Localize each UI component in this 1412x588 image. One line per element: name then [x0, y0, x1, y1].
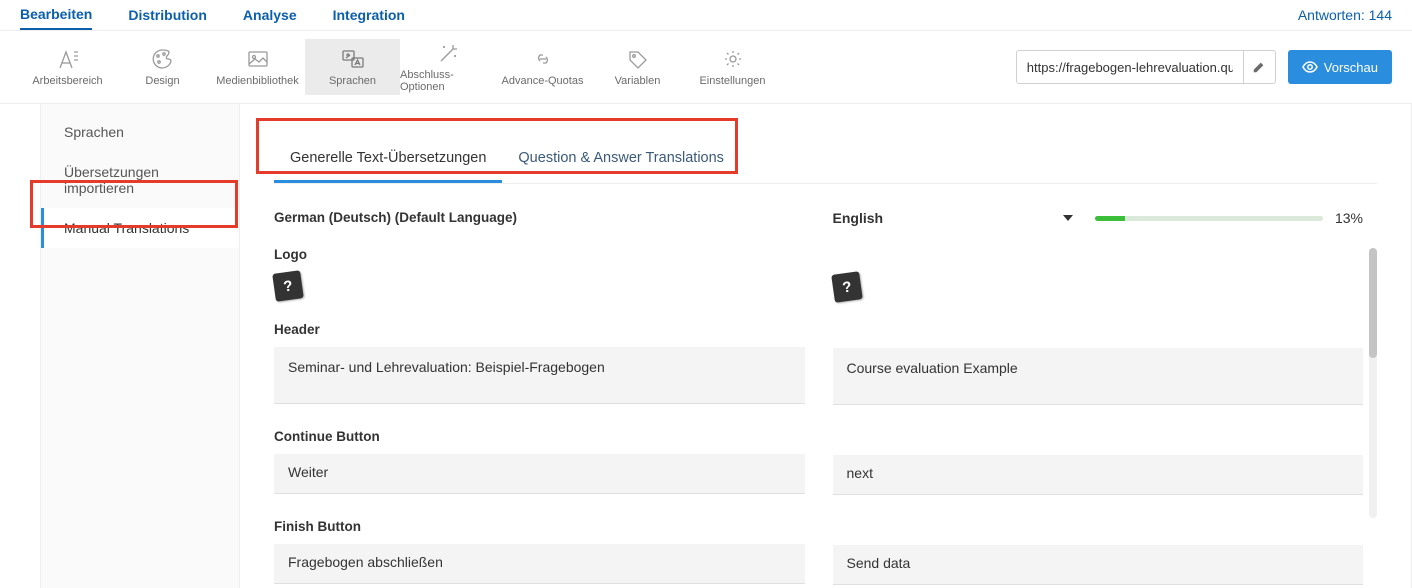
translate-icon [341, 47, 365, 71]
toolbar-label: Design [145, 75, 179, 87]
url-input[interactable] [1017, 60, 1243, 75]
tab-general-text[interactable]: Generelle Text-Übersetzungen [274, 138, 502, 183]
toolbar-label: Arbeitsbereich [32, 75, 102, 87]
topnav-integration[interactable]: Integration [333, 7, 405, 29]
magic-wand-icon [436, 41, 460, 65]
toolbar-advance-quotas[interactable]: Advance-Quotas [495, 39, 590, 95]
edit-url-button[interactable] [1243, 51, 1275, 83]
toolbar-label: Sprachen [329, 75, 376, 87]
toolbar-medienbibliothek[interactable]: Medienbibliothek [210, 39, 305, 95]
pen-ruler-icon [56, 47, 80, 71]
sidebar-item-manual-translations[interactable]: Manual Translations [41, 208, 239, 248]
link-icon [531, 47, 555, 71]
image-icon [246, 47, 270, 71]
sidebar: Sprachen Übersetzungen importieren Manua… [40, 104, 240, 588]
scrollbar-thumb[interactable] [1369, 248, 1377, 358]
default-language-column: German (Deutsch) (Default Language) Logo… [274, 210, 805, 588]
scrollbar[interactable] [1369, 248, 1377, 518]
toolbar-variablen[interactable]: Variablen [590, 39, 685, 95]
default-language-label: German (Deutsch) (Default Language) [274, 210, 805, 225]
section-continue-label: Continue Button [274, 429, 805, 444]
toolbar-label: Advance-Quotas [502, 75, 584, 87]
toolbar: Arbeitsbereich Design Medienbibliothek S… [0, 31, 1412, 104]
continue-field-translation[interactable] [833, 455, 1364, 495]
topnav-bearbeiten[interactable]: Bearbeiten [20, 6, 92, 30]
toolbar-sprachen[interactable]: Sprachen [305, 39, 400, 95]
toolbar-design[interactable]: Design [115, 39, 210, 95]
section-header-label: Header [274, 322, 805, 337]
logo-placeholder-translation[interactable]: ? [831, 271, 863, 303]
translation-tabs: Generelle Text-Übersetzungen Question & … [274, 138, 1377, 184]
language-select[interactable]: English [833, 210, 1074, 226]
toolbar-abschluss-optionen[interactable]: Abschluss-Optionen [400, 39, 495, 95]
palette-icon [151, 47, 175, 71]
tag-icon [626, 47, 650, 71]
continue-field-default[interactable] [274, 454, 805, 494]
tab-question-answer[interactable]: Question & Answer Translations [502, 138, 740, 183]
toolbar-label: Variablen [615, 75, 661, 87]
toolbar-einstellungen[interactable]: Einstellungen [685, 39, 780, 95]
gear-icon [721, 47, 745, 71]
toolbar-arbeitsbereich[interactable]: Arbeitsbereich [20, 39, 115, 95]
header-field-default[interactable] [274, 347, 805, 404]
translation-progress: 13% [1095, 210, 1363, 226]
language-select-label: English [833, 210, 884, 226]
header-field-translation[interactable] [833, 348, 1364, 405]
progress-bar [1095, 216, 1323, 221]
preview-label: Vorschau [1324, 60, 1378, 75]
section-logo-label: Logo [274, 247, 805, 262]
sidebar-item-sprachen[interactable]: Sprachen [41, 112, 239, 152]
progress-percent: 13% [1335, 210, 1363, 226]
topnav-analyse[interactable]: Analyse [243, 7, 297, 29]
section-finish-label: Finish Button [274, 519, 805, 534]
eye-icon [1302, 61, 1318, 73]
url-input-group [1016, 50, 1276, 84]
preview-button[interactable]: Vorschau [1288, 50, 1392, 84]
main-content: Generelle Text-Übersetzungen Question & … [240, 104, 1412, 588]
toolbar-label: Einstellungen [699, 75, 765, 87]
toolbar-label: Abschluss-Optionen [400, 69, 495, 93]
translation-language-column: English 13% Logo ? Header Continue Finis… [833, 210, 1378, 588]
chevron-down-icon [1063, 215, 1073, 221]
answers-count[interactable]: Antworten: 144 [1298, 7, 1392, 29]
finish-field-translation[interactable] [833, 545, 1364, 585]
top-nav: Bearbeiten Distribution Analyse Integrat… [0, 0, 1412, 31]
logo-placeholder[interactable]: ? [272, 270, 304, 302]
toolbar-label: Medienbibliothek [216, 75, 299, 87]
topnav-distribution[interactable]: Distribution [128, 7, 207, 29]
finish-field-default[interactable] [274, 544, 805, 584]
sidebar-item-uebersetzungen-importieren[interactable]: Übersetzungen importieren [41, 152, 239, 208]
